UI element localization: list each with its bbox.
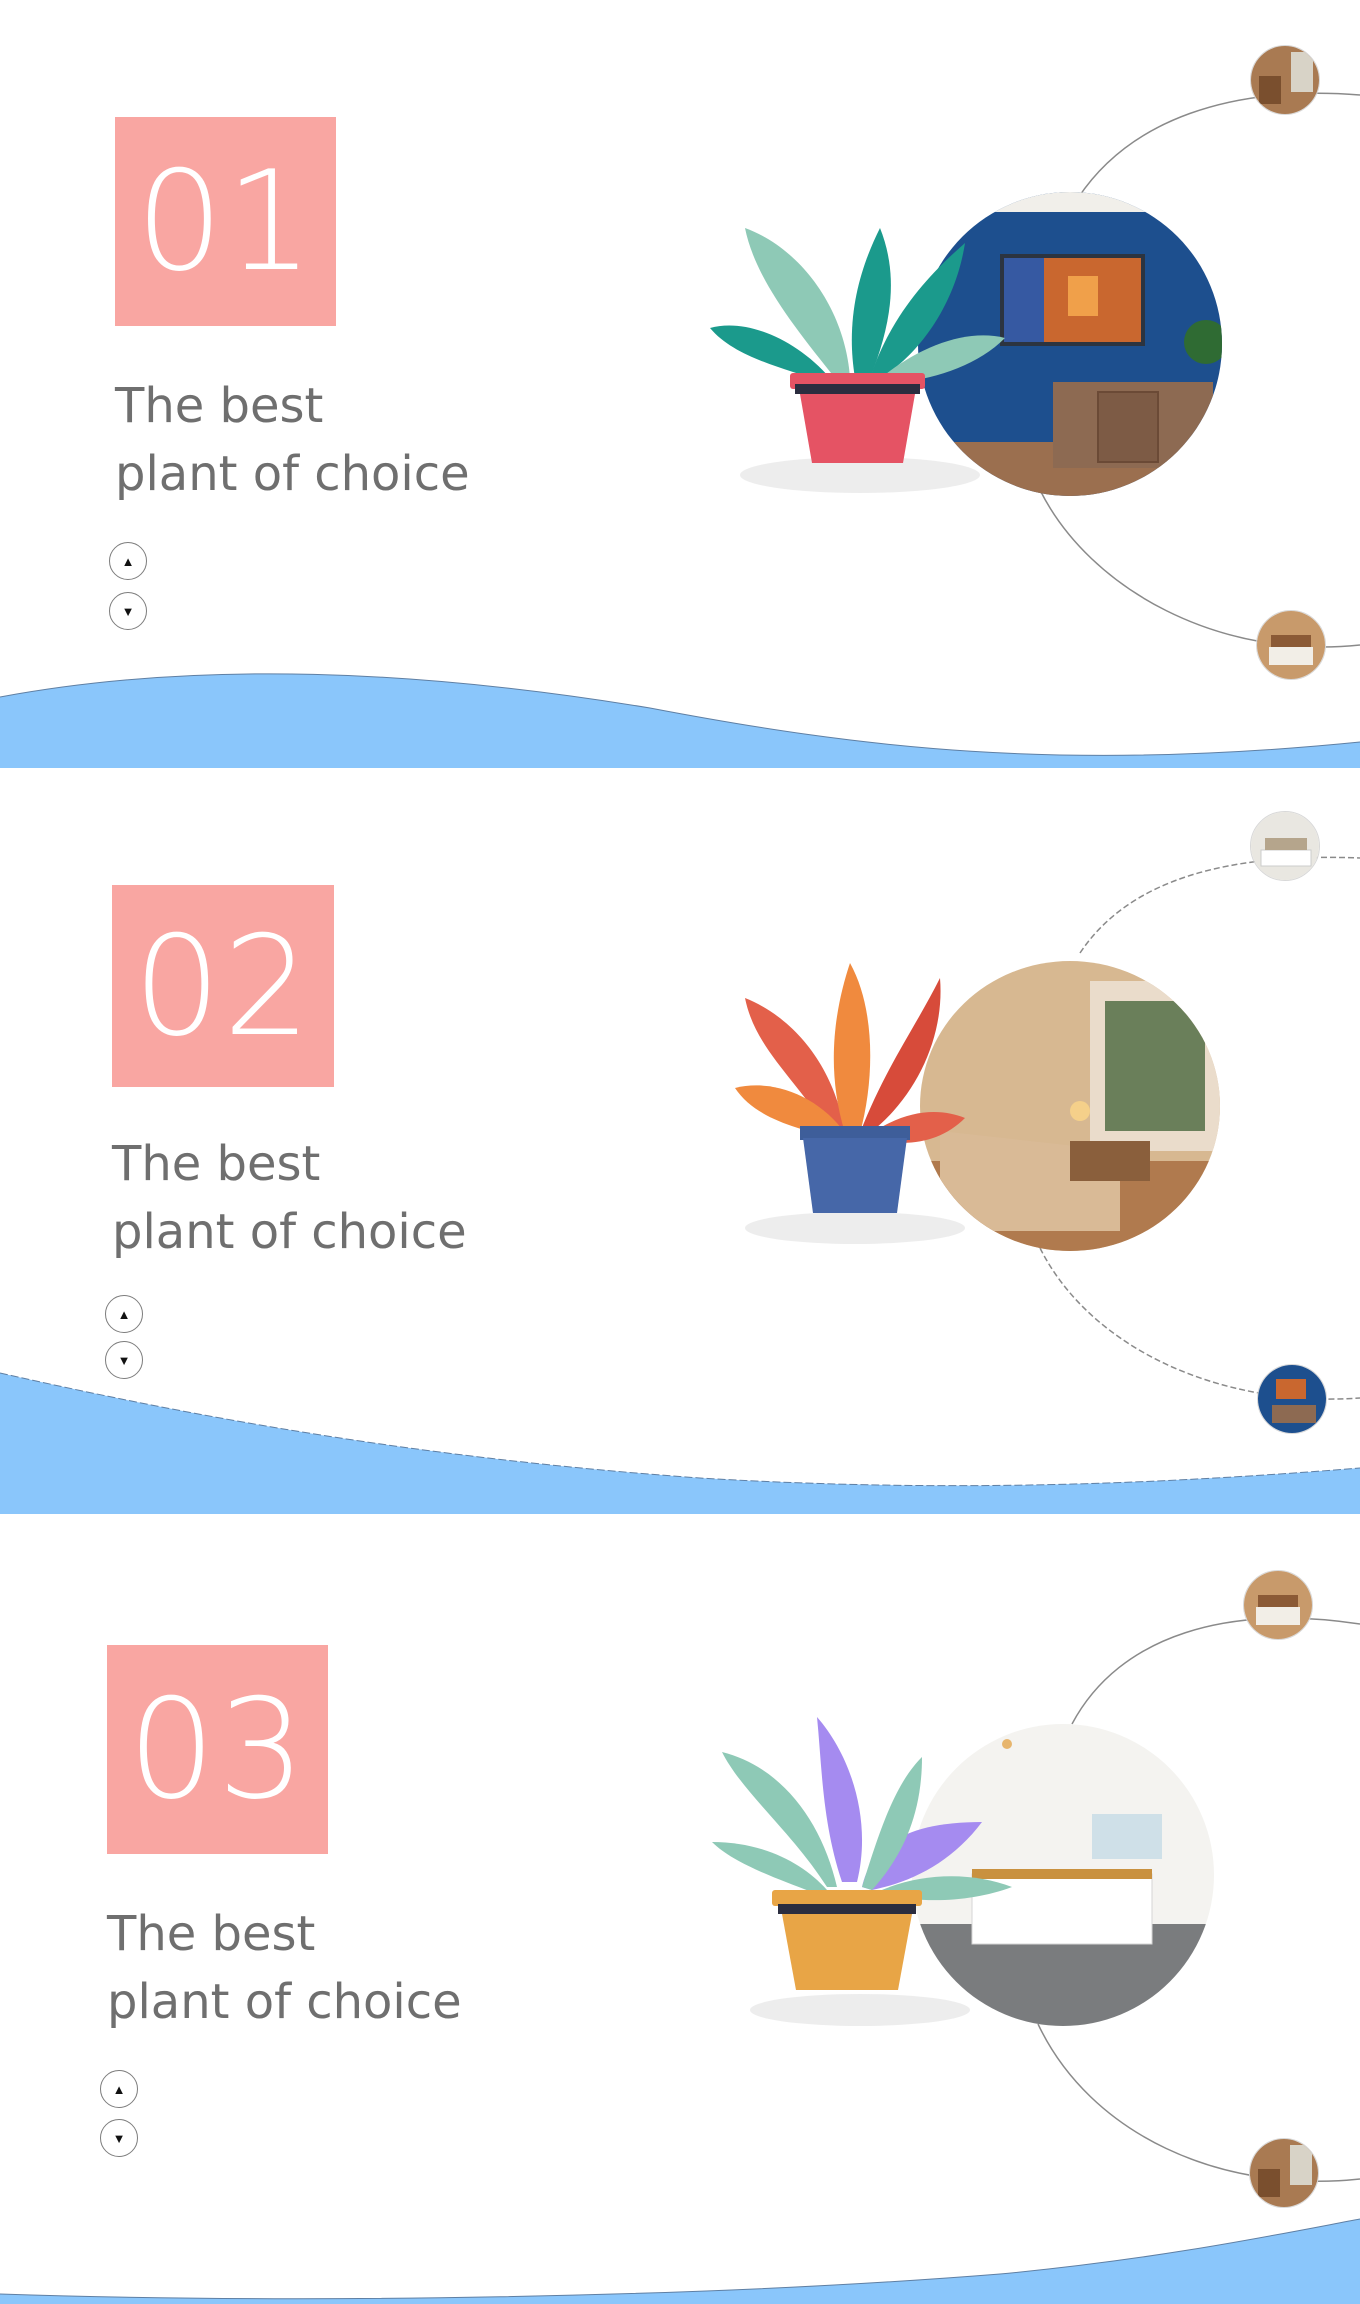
wood-room-thumbnail[interactable] [1249, 2138, 1319, 2208]
down-arrow-icon: ▼ [117, 1352, 131, 1368]
white-bedroom-thumbnail[interactable] [1250, 811, 1320, 881]
caption-line-1: The best [112, 1136, 321, 1192]
section-number-box: 01 [115, 117, 336, 326]
blue-room-thumbnail[interactable] [1257, 1364, 1327, 1434]
slide-01: 01 The best plant of choice ▲ ▼ [0, 0, 1360, 768]
section-number: 02 [133, 905, 313, 1067]
blue-wave [0, 2219, 1360, 2304]
caption-line-2: plant of choice [107, 1974, 462, 2030]
beige-living-room-photo [920, 961, 1220, 1251]
section-number: 03 [127, 1669, 308, 1830]
caption: The best plant of choice [112, 1130, 467, 1266]
section-number-box: 02 [112, 885, 334, 1087]
orange-leaf-plant-blue-pot-icon [735, 963, 965, 1213]
caption-line-2: plant of choice [115, 446, 470, 502]
orbit-arc-top [1077, 92, 1360, 199]
caption-line-1: The best [115, 378, 324, 434]
slide-02: 02 The best plant of choice ▲ ▼ [0, 768, 1360, 1514]
purple-flower-plant-yellow-pot-icon [712, 1717, 1012, 1990]
caption-line-2: plant of choice [112, 1204, 467, 1260]
leafy-green-plant-pink-pot-icon [710, 228, 1005, 463]
orbit-arc-top [1079, 856, 1360, 954]
scroll-up-button[interactable]: ▲ [109, 542, 147, 580]
caption: The best plant of choice [107, 1900, 462, 2036]
bedroom-thumbnail[interactable] [1243, 1570, 1313, 1640]
scroll-down-button[interactable]: ▼ [105, 1341, 143, 1379]
wood-room-thumbnail[interactable] [1250, 45, 1320, 115]
scroll-down-button[interactable]: ▼ [109, 592, 147, 630]
slide-03: 03 The best plant of choice ▲ ▼ [0, 1514, 1360, 2304]
blue-wave [0, 673, 1360, 768]
up-arrow-icon: ▲ [112, 2081, 126, 2097]
orbit-arc-top [1071, 1617, 1360, 1725]
down-arrow-icon: ▼ [121, 603, 135, 619]
scroll-up-button[interactable]: ▲ [105, 1295, 143, 1333]
section-number-box: 03 [107, 1645, 328, 1854]
caption-line-1: The best [107, 1906, 316, 1962]
caption: The best plant of choice [115, 372, 470, 508]
up-arrow-icon: ▲ [121, 553, 135, 569]
blue-wave [0, 1373, 1360, 1514]
up-arrow-icon: ▲ [117, 1306, 131, 1322]
bedroom-thumbnail[interactable] [1256, 610, 1326, 680]
down-arrow-icon: ▼ [112, 2130, 126, 2146]
section-number: 01 [135, 141, 316, 302]
scroll-down-button[interactable]: ▼ [100, 2119, 138, 2157]
scroll-up-button[interactable]: ▲ [100, 2070, 138, 2108]
